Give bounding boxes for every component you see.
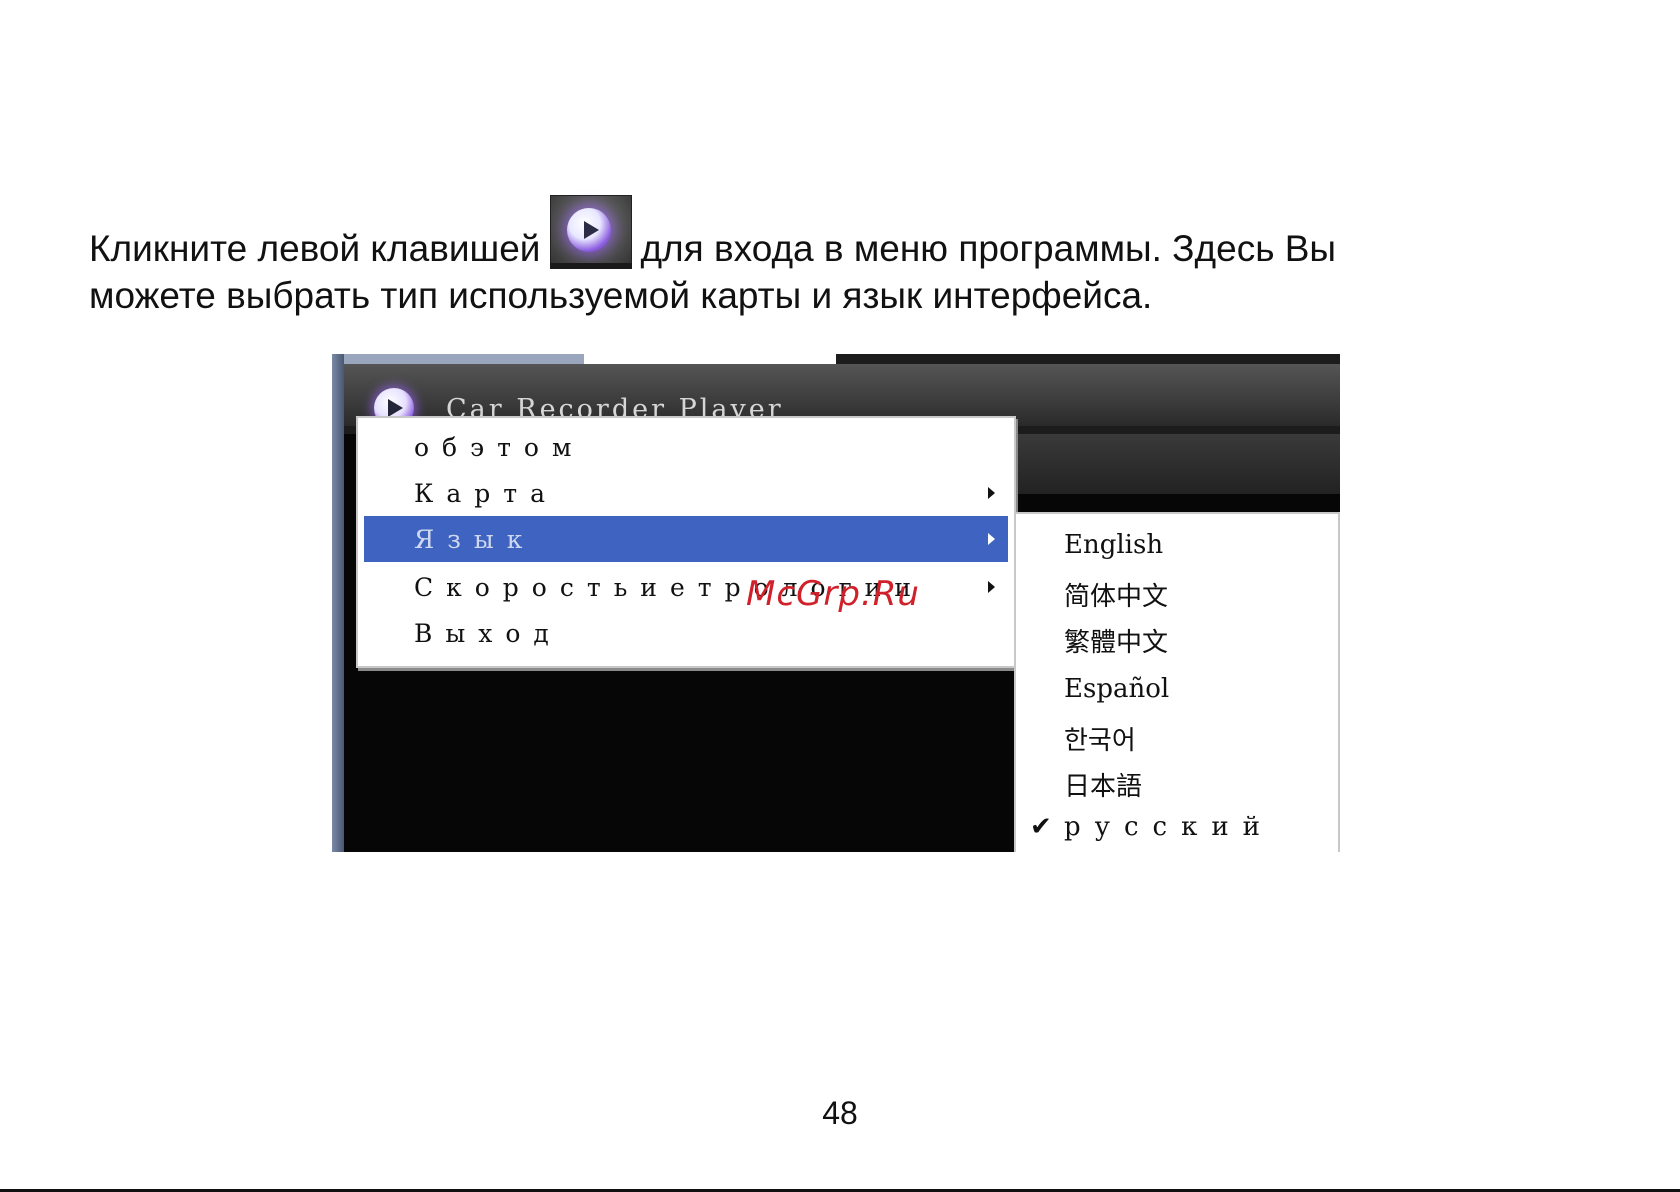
language-label: English	[1064, 530, 1164, 560]
submenu-arrow-icon	[988, 487, 995, 499]
window-left-edge	[332, 354, 344, 852]
window-top-strip	[332, 354, 1340, 364]
language-label: 简体中文	[1064, 582, 1169, 612]
menu-item-label: Выход	[414, 619, 562, 648]
menu-item-about[interactable]: обэтом	[358, 424, 1014, 470]
menu-item-exit[interactable]: Выход	[358, 610, 1014, 656]
menu-item-map[interactable]: Карта	[358, 470, 1014, 516]
language-submenu: English 简体中文 繁體中文 Español 한국어 日本語 ✔ русс…	[1014, 512, 1340, 852]
language-item-spanish[interactable]: Español	[1016, 666, 1338, 712]
language-item-english[interactable]: English	[1016, 522, 1338, 568]
language-item-simplified-chinese[interactable]: 简体中文	[1016, 568, 1338, 614]
context-menu: обэтом Карта Язык Скоростьиетрологии Вых…	[356, 416, 1016, 668]
menu-item-label: Язык	[414, 525, 536, 554]
menu-item-label: Карта	[414, 479, 558, 508]
page-number: 48	[822, 1095, 858, 1131]
language-item-japanese[interactable]: 日本語	[1016, 758, 1338, 804]
instruction-text-before-icon: Кликните левой клавишей	[89, 228, 541, 269]
submenu-arrow-icon	[988, 581, 995, 593]
language-label: русский	[1064, 812, 1274, 842]
language-item-russian[interactable]: ✔ русский	[1016, 804, 1338, 850]
video-panel-header	[1010, 434, 1340, 494]
menu-item-label: обэтом	[414, 433, 585, 462]
watermark: McGrp.Ru	[746, 574, 920, 614]
language-label: 日本語	[1064, 772, 1143, 802]
submenu-arrow-icon	[988, 533, 995, 545]
menu-item-language[interactable]: Язык	[364, 516, 1008, 562]
checkmark-icon: ✔	[1030, 812, 1052, 842]
instruction-line-2: можете выбрать тип используемой карты и …	[89, 275, 1153, 316]
language-label: Español	[1064, 674, 1170, 704]
play-button-icon	[550, 195, 633, 269]
instruction-text-after-icon: для входа в меню программы. Здесь Вы	[640, 228, 1337, 269]
language-item-korean[interactable]: 한국어	[1016, 712, 1338, 758]
language-label: 繁體中文	[1064, 628, 1169, 658]
instruction-paragraph: Кликните левой клавишей для входа в меню …	[89, 195, 1609, 319]
language-item-traditional-chinese[interactable]: 繁體中文	[1016, 614, 1338, 660]
language-label: 한국어	[1064, 726, 1136, 756]
instruction-line-1: Кликните левой клавишей для входа в меню …	[89, 195, 1609, 272]
